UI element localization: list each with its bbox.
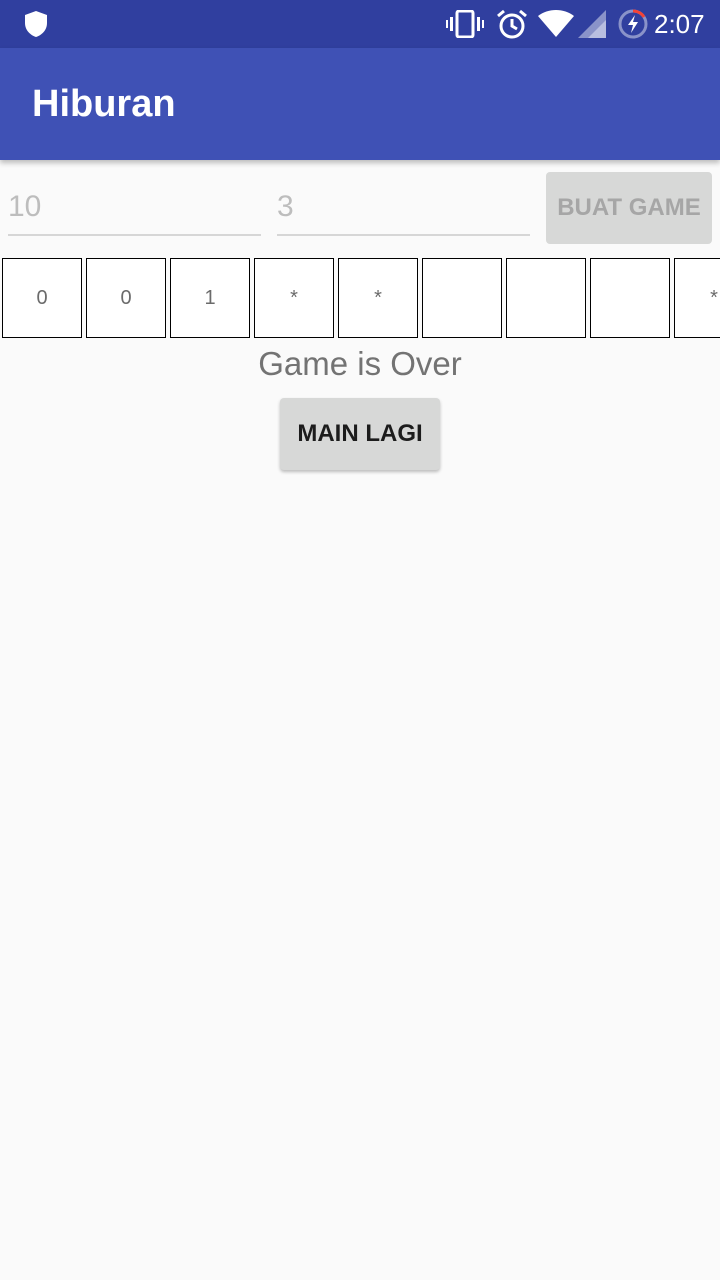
board-row: 0 0 1 * * * — [2, 258, 720, 338]
board-cell[interactable]: 1 — [170, 258, 250, 338]
vibrate-icon — [446, 10, 484, 38]
board-cell[interactable]: 0 — [2, 258, 82, 338]
game-board: 0 0 1 * * * — [2, 258, 720, 338]
board-cell[interactable]: * — [254, 258, 334, 338]
board-size-input[interactable] — [8, 184, 261, 230]
status-time: 2:07 — [654, 9, 705, 39]
board-cell[interactable]: * — [338, 258, 418, 338]
create-game-button[interactable]: BUAT GAME — [546, 172, 712, 244]
battery-charging-icon — [618, 9, 648, 39]
play-again-button[interactable]: MAIN LAGI — [280, 398, 440, 470]
signal-icon — [578, 10, 606, 38]
board-cell[interactable] — [506, 258, 586, 338]
board-cell[interactable] — [590, 258, 670, 338]
mine-count-input[interactable] — [277, 184, 530, 230]
app-title: Hiburan — [32, 83, 176, 125]
board-cell[interactable]: * — [674, 258, 720, 338]
alarm-icon — [497, 9, 527, 39]
board-size-field — [8, 184, 261, 236]
board-cell[interactable] — [422, 258, 502, 338]
app-bar: Hiburan — [0, 48, 720, 160]
status-bar: 2:07 — [0, 0, 720, 48]
game-status-text: Game is Over — [258, 345, 462, 382]
mine-count-field — [277, 184, 530, 236]
shield-icon — [25, 11, 47, 37]
wifi-icon — [538, 10, 574, 37]
board-cell[interactable]: 0 — [86, 258, 166, 338]
